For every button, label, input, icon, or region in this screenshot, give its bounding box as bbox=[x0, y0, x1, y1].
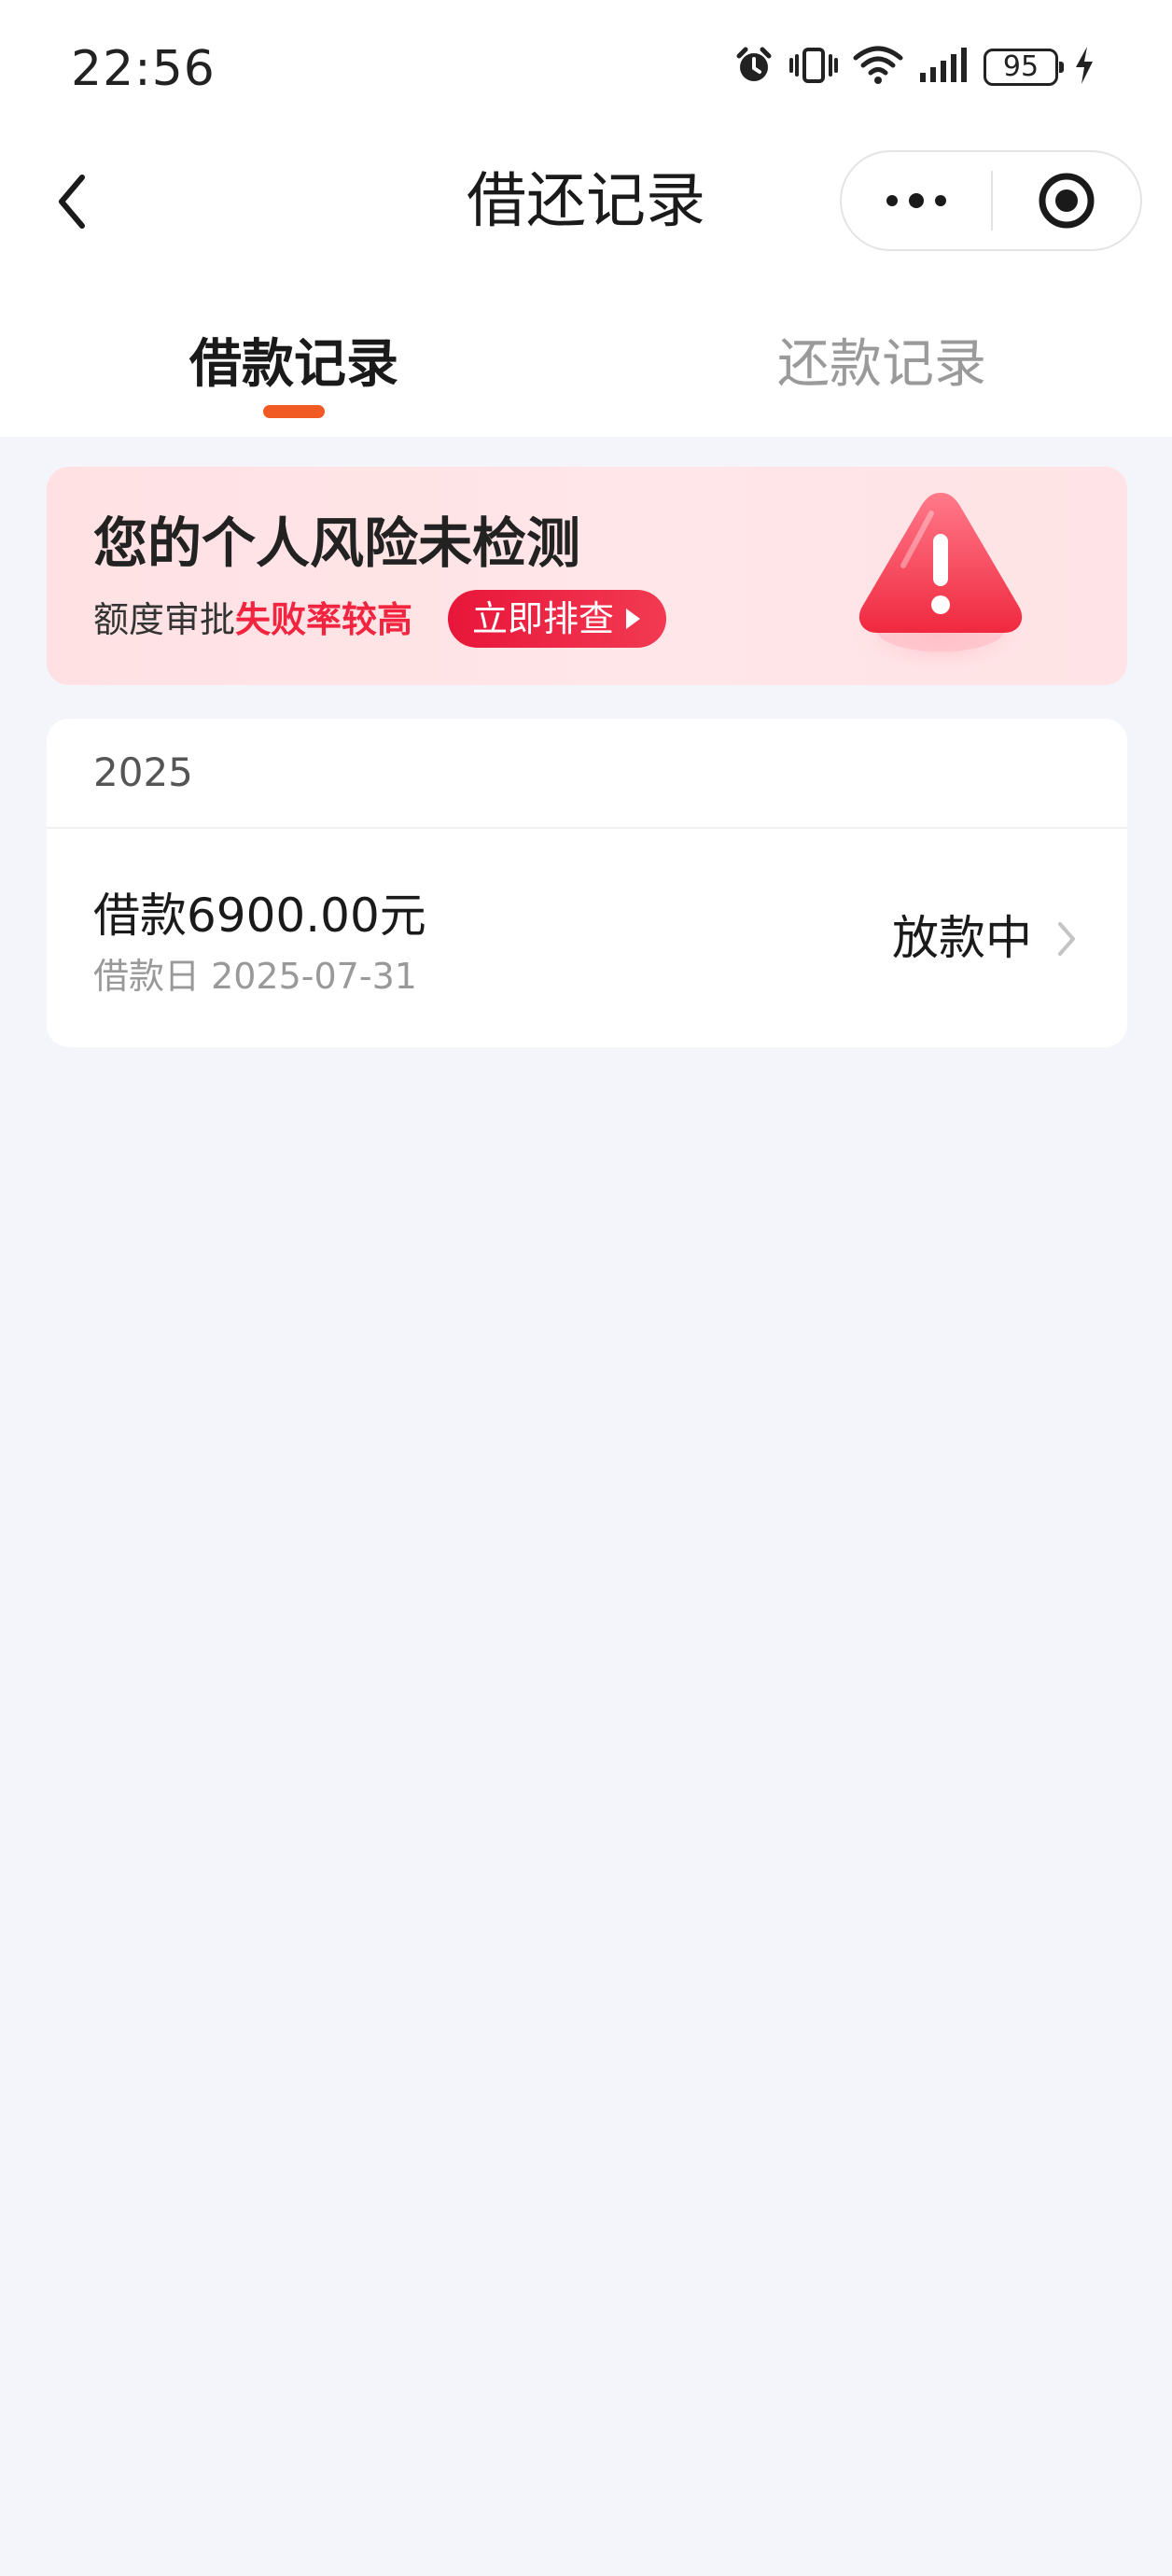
tab-loan-records[interactable]: 借款记录 bbox=[149, 323, 439, 407]
status-time: 22:56 bbox=[71, 41, 216, 97]
risk-desc-highlight: 失败率较高 bbox=[235, 599, 413, 640]
chevron-right-icon bbox=[1058, 922, 1075, 956]
charging-icon bbox=[1073, 45, 1095, 90]
risk-banner[interactable]: 您的个人风险未检测 额度审批失败率较高 立即排查 bbox=[47, 467, 1127, 685]
status-icons: 95 bbox=[733, 43, 1095, 91]
risk-description: 额度审批失败率较高 bbox=[93, 595, 412, 644]
loan-status: 放款中 bbox=[892, 911, 1032, 965]
chevron-left-icon bbox=[59, 175, 85, 229]
vibrate-icon bbox=[789, 45, 838, 90]
more-button[interactable] bbox=[842, 152, 991, 249]
risk-title: 您的个人风险未检测 bbox=[93, 511, 581, 575]
risk-desc-prefix: 额度审批 bbox=[93, 599, 236, 640]
active-tab-indicator bbox=[263, 405, 325, 418]
check-now-label: 立即排查 bbox=[471, 598, 614, 639]
loan-record-card: 2025 借款6900.00元 借款日 2025-07-31 放款中 bbox=[47, 719, 1127, 1047]
check-now-button[interactable]: 立即排查 bbox=[448, 590, 666, 648]
target-close-icon bbox=[1039, 173, 1095, 229]
play-arrow-icon bbox=[626, 609, 640, 629]
tab-repayment-records[interactable]: 还款记录 bbox=[737, 323, 1026, 407]
mini-program-capsule bbox=[840, 150, 1142, 251]
battery-icon: 95 bbox=[984, 49, 1064, 86]
back-button[interactable] bbox=[45, 164, 97, 239]
wifi-icon bbox=[853, 45, 903, 90]
warning-triangle-icon bbox=[851, 493, 1030, 674]
alarm-icon bbox=[733, 45, 774, 90]
year-label: 2025 bbox=[93, 749, 193, 795]
loan-date: 借款日 2025-07-31 bbox=[93, 956, 417, 997]
signal-icon bbox=[918, 45, 969, 90]
loan-record-row[interactable]: 借款6900.00元 借款日 2025-07-31 放款中 bbox=[47, 829, 1127, 1047]
loan-amount: 借款6900.00元 bbox=[93, 889, 426, 943]
close-button[interactable] bbox=[993, 152, 1140, 249]
more-dots-icon bbox=[886, 193, 946, 208]
